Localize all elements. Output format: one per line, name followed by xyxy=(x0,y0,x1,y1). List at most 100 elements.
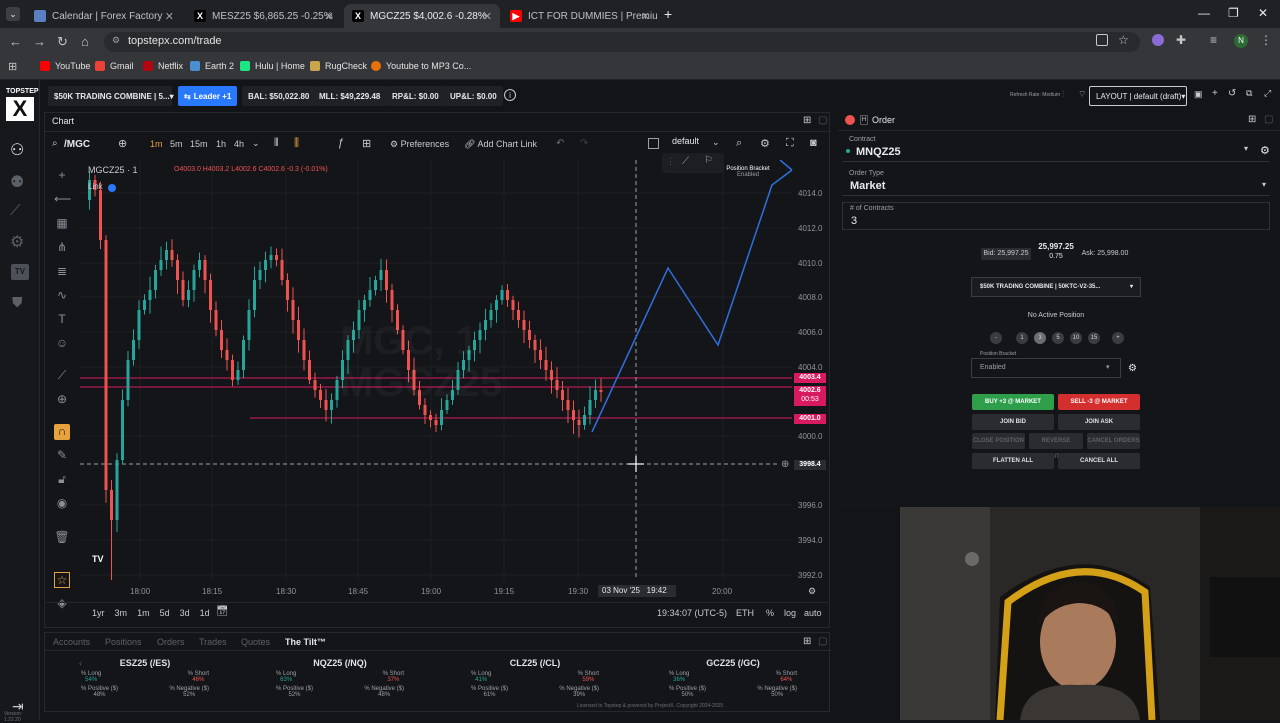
add-panel-icon[interactable]: ⊞ xyxy=(803,115,811,126)
forward-icon[interactable]: → xyxy=(33,34,46,49)
analytics-icon[interactable]: ⟋ xyxy=(10,202,21,219)
lock-icon[interactable]: 🔓︎ xyxy=(54,472,70,488)
back-icon[interactable]: ← xyxy=(9,34,22,49)
ruler-icon[interactable]: ⟋ xyxy=(54,368,70,384)
tab-orders[interactable]: Orders xyxy=(157,637,185,647)
contract-settings-icon[interactable]: ⚙ xyxy=(1260,144,1270,157)
dashboard-icon[interactable]: ⚇ xyxy=(10,140,24,160)
contracts-field[interactable]: # of Contracts 3 xyxy=(842,202,1270,230)
redo-icon[interactable]: ↷ xyxy=(580,138,588,149)
order-type-field[interactable]: Order Type Market ▾ xyxy=(842,168,1270,196)
bracket-settings-icon[interactable]: ⚙ xyxy=(1128,363,1137,374)
interval-15m[interactable]: 15m xyxy=(190,139,208,149)
search-icon[interactable]: ⌕ xyxy=(52,138,58,149)
sell-market-button[interactable]: SELL -3 @ MARKET xyxy=(1058,394,1140,410)
interval-1m[interactable]: 1m xyxy=(150,139,163,149)
close-icon[interactable]: ✕ xyxy=(165,10,174,23)
fullscreen-icon[interactable]: ⤢ xyxy=(1264,88,1271,99)
layers-icon[interactable]: ◈ xyxy=(54,596,70,612)
compare-add-icon[interactable]: ⊕ xyxy=(118,137,127,150)
fullscreen-icon[interactable]: ⛶ xyxy=(786,137,794,150)
tab-search-icon[interactable]: ⌄ xyxy=(6,7,20,21)
add-chart-link-button[interactable]: 🔗︎ Add Chart Link xyxy=(464,139,537,150)
chevron-down-icon[interactable]: ⌄ xyxy=(712,137,720,148)
join-ask-button[interactable]: JOIN ASK xyxy=(1058,414,1140,430)
new-tab-icon[interactable]: + xyxy=(664,6,672,22)
tab-trades[interactable]: Trades xyxy=(199,637,227,647)
interval-4h[interactable]: 4h xyxy=(234,139,244,149)
symbol-input[interactable]: /MGC xyxy=(64,139,90,150)
add-panel-icon[interactable]: ⊞ xyxy=(1248,114,1256,125)
panel-max-icon[interactable]: ▢ xyxy=(818,115,827,126)
settings-gear-icon[interactable]: ⚙ xyxy=(10,232,24,252)
zoom-in-icon[interactable]: ⊕ xyxy=(54,392,70,408)
install-icon[interactable] xyxy=(1096,34,1108,46)
minimize-icon[interactable]: — xyxy=(1198,6,1210,20)
close-icon[interactable]: ✕ xyxy=(483,10,492,23)
template-select[interactable]: default xyxy=(672,136,699,146)
qty-preset-5[interactable]: 5 xyxy=(1052,332,1064,344)
close-icon[interactable]: ✕ xyxy=(641,10,650,23)
bookmark-star-icon[interactable]: ☆ xyxy=(1118,33,1129,47)
log-button[interactable]: log xyxy=(784,608,796,618)
bid-price[interactable]: Bid: 25,997.25 xyxy=(981,248,1031,260)
bookmark-ytmp3[interactable]: Youtube to MP3 Co... xyxy=(371,61,471,71)
path-icon[interactable]: ∿ xyxy=(54,288,70,304)
qty-preset-10[interactable]: 10 xyxy=(1070,332,1082,344)
extensions-puzzle-icon[interactable]: ✚ xyxy=(1176,33,1186,47)
chevron-down-icon[interactable]: ⌄ xyxy=(252,138,260,149)
bookmark-gmail[interactable]: Gmail xyxy=(95,61,134,71)
cancel-all-button[interactable]: CANCEL ALL xyxy=(1058,453,1140,469)
calendar-icon[interactable]: 📅︎ xyxy=(216,606,229,617)
bracket-select[interactable]: Enabled ▾ xyxy=(971,358,1121,378)
auto-button[interactable]: auto xyxy=(804,608,822,618)
qty-preset-minus[interactable]: - xyxy=(990,332,1002,344)
magnet-icon[interactable]: ∩ xyxy=(54,424,70,440)
order-account-select[interactable]: $50K TRADING COMBINE | 50KTC-V2-35... ▾ xyxy=(971,277,1141,297)
contract-field[interactable]: Contract MNQZ25 ▾ xyxy=(842,134,1270,162)
drag-handle-icon[interactable]: ⋮ xyxy=(666,156,675,167)
zoom-icon[interactable]: ⌕ xyxy=(736,137,742,150)
address-bar[interactable]: ⚙ topstepx.com/trade xyxy=(104,32,1140,52)
tab-forex-factory[interactable]: Calendar | Forex Factory ✕ xyxy=(26,4,182,28)
tradingview-icon[interactable]: TV xyxy=(11,264,29,280)
site-info-icon[interactable]: ⚙ xyxy=(112,35,120,46)
qty-preset-plus[interactable]: + xyxy=(1112,332,1124,344)
add-icon[interactable]: + xyxy=(1212,88,1218,99)
range-1m[interactable]: 1m xyxy=(137,608,150,618)
tab-accounts[interactable]: Accounts xyxy=(53,637,90,647)
indicators-icon[interactable]: ƒ xyxy=(338,137,344,149)
tab-quotes[interactable]: Quotes xyxy=(241,637,270,647)
buy-market-button[interactable]: BUY +3 @ MARKET xyxy=(972,394,1054,410)
pencil-lock-icon[interactable]: ✎ xyxy=(54,448,70,464)
profile-avatar[interactable]: N xyxy=(1234,34,1248,48)
range-5d[interactable]: 5d xyxy=(160,608,170,618)
eye-icon[interactable]: ◉ xyxy=(54,496,70,512)
reload-icon[interactable]: ↻ xyxy=(57,34,68,50)
bookmark-earth2[interactable]: Earth 2 xyxy=(190,61,234,71)
text-icon[interactable]: T xyxy=(54,312,70,328)
shield-icon[interactable]: ⛊ xyxy=(12,294,23,311)
flatten-all-button[interactable]: FLATTEN ALL xyxy=(972,453,1054,469)
pitchfork-icon[interactable]: ⋔ xyxy=(54,240,70,256)
window-icon[interactable]: ⧉ xyxy=(1246,88,1252,99)
tab-mesz25[interactable]: X MESZ25 $6,865.25 -0.25% ✕ xyxy=(186,4,342,28)
qty-preset-1[interactable]: 1 xyxy=(1016,332,1028,344)
preferences-button[interactable]: ⚙ Preferences xyxy=(390,139,449,150)
qty-preset-15[interactable]: 15 xyxy=(1088,332,1100,344)
add-alert-icon[interactable]: ⊕ xyxy=(781,459,789,470)
maximize-icon[interactable]: ❐ xyxy=(1228,6,1239,20)
tab-ict[interactable]: ▶ ICT FOR DUMMIES | Premium ✕ xyxy=(502,4,658,28)
layout-toggle-icon[interactable] xyxy=(648,138,659,149)
emoji-icon[interactable]: ☺ xyxy=(54,336,70,352)
camera-icon[interactable]: ◙ xyxy=(810,137,817,149)
range-1yr[interactable]: 1yr xyxy=(92,608,105,618)
close-window-icon[interactable]: ✕ xyxy=(1258,6,1268,20)
media-icon[interactable]: ≡ xyxy=(1210,33,1217,47)
fib-icon[interactable]: ≣ xyxy=(54,264,70,280)
menu-kebab-icon[interactable]: ⋮ xyxy=(1260,33,1272,47)
close-icon[interactable]: ✕ xyxy=(325,10,334,23)
save-icon[interactable]: ▣ xyxy=(1194,89,1203,100)
bar-style-icon[interactable]: ⫴ xyxy=(274,137,279,150)
cancel-orders-button[interactable]: CANCEL ORDERS xyxy=(1087,433,1140,449)
